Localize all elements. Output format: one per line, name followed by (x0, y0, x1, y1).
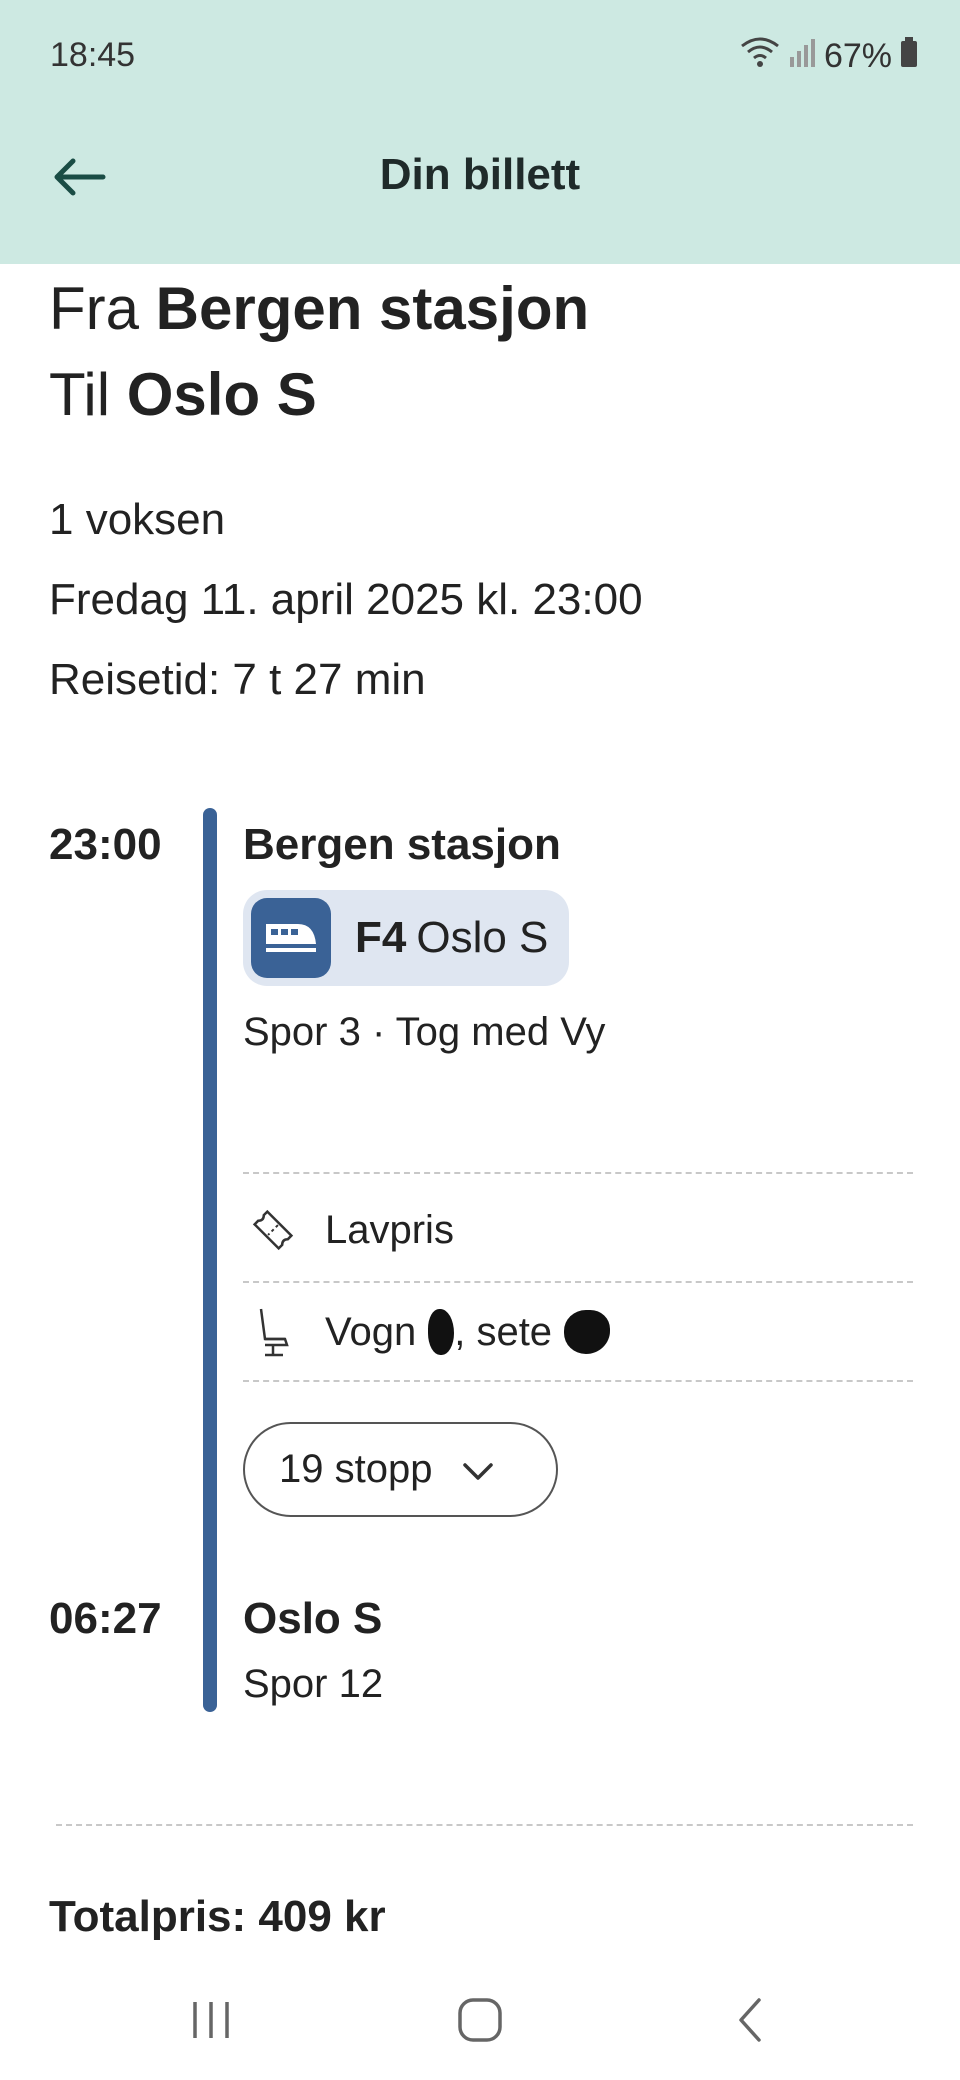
travel-duration: Reisetid: 7 t 27 min (49, 655, 426, 704)
departure-station: Bergen stasjon (243, 820, 561, 869)
stops-toggle-button[interactable]: 19 stopp (243, 1422, 558, 1517)
fare-row: Lavpris (243, 1200, 454, 1260)
line-destination: Oslo S (416, 913, 549, 962)
wifi-icon (740, 36, 780, 77)
arrival-platform: Spor 12 (243, 1662, 384, 1706)
seat-prefix: Vogn (325, 1309, 417, 1354)
arrival-time: 06:27 (49, 1594, 162, 1643)
timeline-line (203, 808, 217, 1712)
recent-apps-button[interactable] (171, 1990, 251, 2054)
seat-row: Vogn , sete (243, 1302, 611, 1362)
from-prefix: Fra (49, 275, 139, 342)
page-title: Din billett (379, 150, 581, 199)
status-icons: 67% (740, 36, 918, 77)
platform-operator: Spor 3 · Tog med Vy (243, 1010, 606, 1054)
chevron-left-icon (735, 1997, 765, 2048)
seat-icon (243, 1302, 303, 1362)
line-code: F4 (355, 913, 407, 962)
home-icon (457, 1997, 503, 2048)
to-station: Oslo S (126, 361, 317, 428)
divider (243, 1380, 913, 1382)
route-heading: Fra Bergen stasjon Til Oslo S (49, 266, 589, 438)
home-button[interactable] (440, 1990, 520, 2054)
divider (243, 1172, 913, 1174)
departure-time: 23:00 (49, 820, 162, 869)
status-time: 18:45 (50, 36, 136, 74)
app-bar: Din billett (0, 110, 960, 264)
status-bar: 18:45 67% (0, 0, 960, 110)
signal-icon (788, 37, 816, 76)
to-prefix: Til (49, 361, 111, 428)
redacted-seat (564, 1310, 611, 1354)
system-nav-bar (0, 1966, 960, 2080)
seat-middle: , sete (454, 1309, 553, 1354)
recent-apps-icon (189, 1998, 233, 2047)
arrival-station: Oslo S (243, 1594, 383, 1643)
battery-icon (900, 37, 918, 76)
total-price: Totalpris: 409 kr (49, 1892, 386, 1941)
line-chip: F4 Oslo S (243, 890, 569, 986)
battery-text: 67% (823, 37, 892, 75)
stops-label: 19 stopp (279, 1447, 433, 1491)
route-to: Til Oslo S (49, 352, 589, 438)
ticket-icon (243, 1200, 303, 1260)
chevron-down-icon (432, 1447, 494, 1492)
departure-date: Fredag 11. april 2025 kl. 23:00 (49, 575, 643, 624)
trip-meta: 1 voksen Fredag 11. april 2025 kl. 23:00… (49, 480, 643, 720)
system-back-button[interactable] (710, 1990, 790, 2054)
redacted-carriage (428, 1309, 455, 1355)
train-icon (251, 898, 331, 978)
fare-label: Lavpris (325, 1207, 454, 1252)
divider (243, 1281, 913, 1283)
from-station: Bergen stasjon (155, 275, 590, 342)
route-from: Fra Bergen stasjon (49, 266, 589, 352)
passengers: 1 voksen (49, 495, 226, 544)
divider (56, 1824, 913, 1826)
